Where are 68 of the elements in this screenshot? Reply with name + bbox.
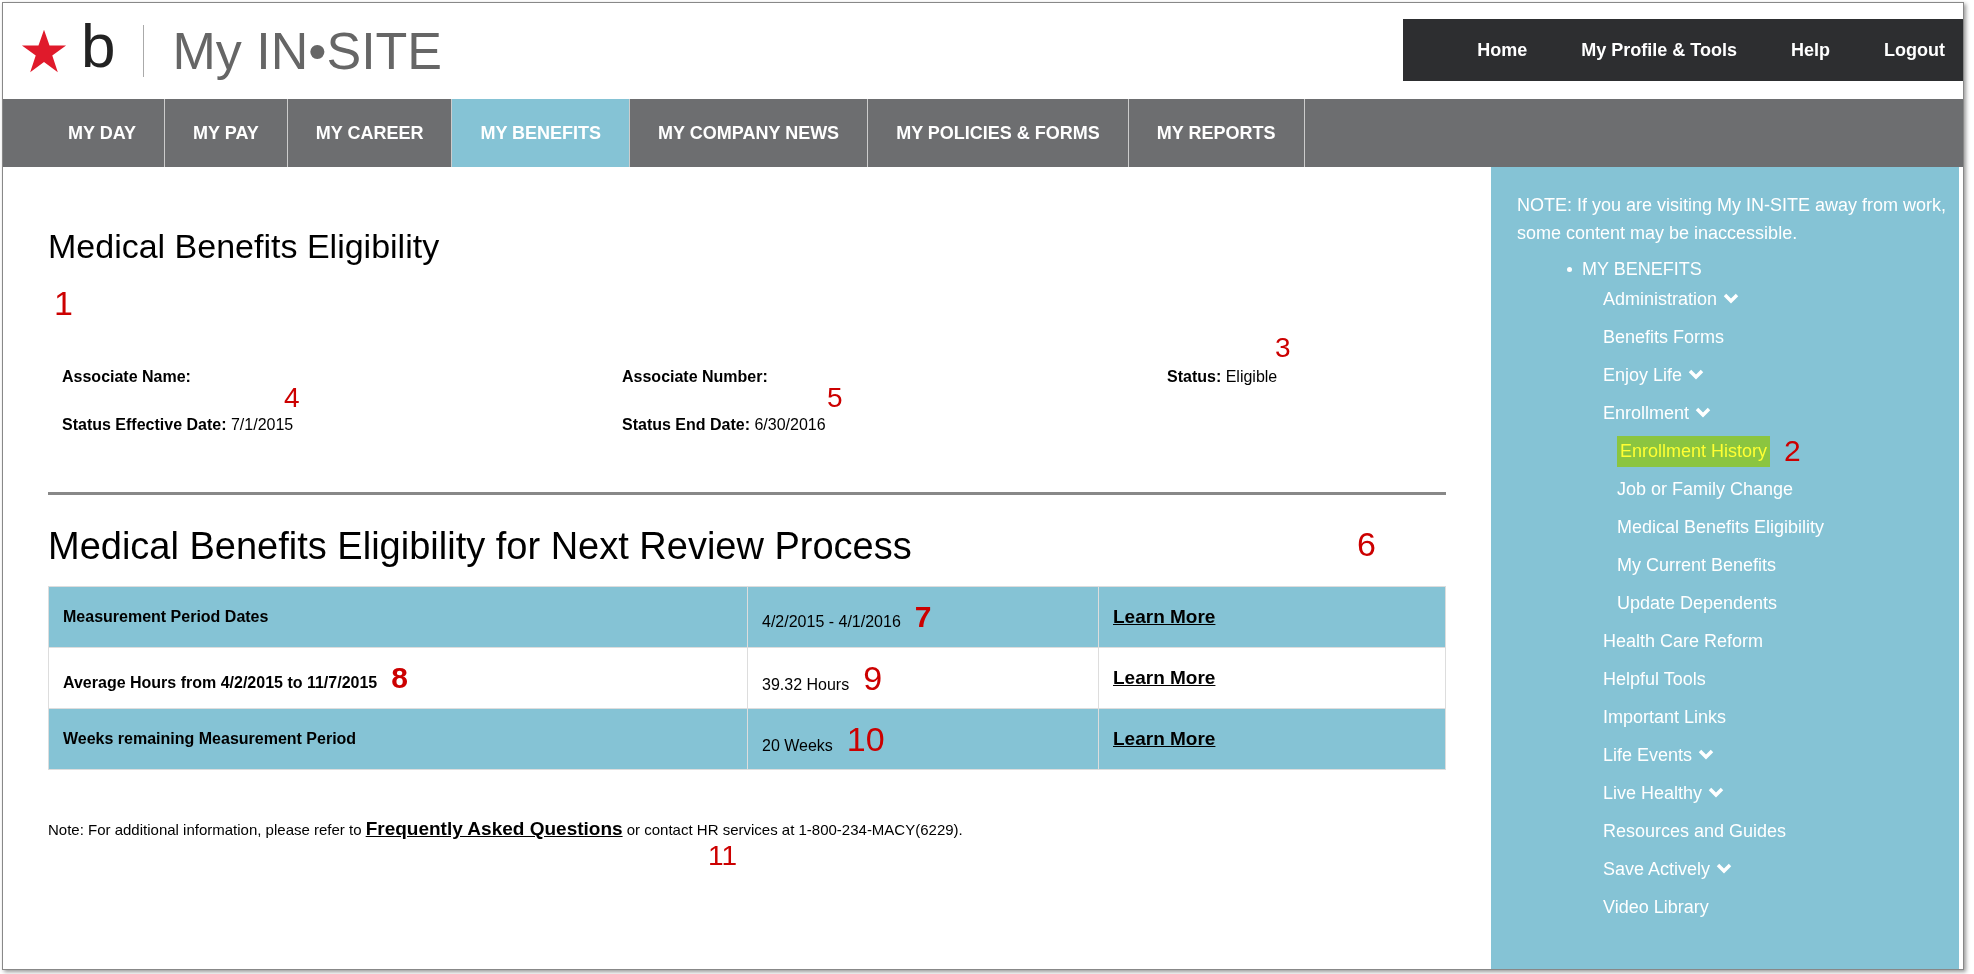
table-cell: 39.32 Hours [762,675,850,693]
sidebar-item[interactable]: Benefits Forms [1603,326,1725,348]
sidebar-subitem[interactable]: Update Dependents [1617,592,1778,614]
annotation-number: 10 [846,719,885,758]
chevron-down-icon [1695,407,1712,419]
annotation-number: 5 [827,382,843,414]
sidebar-subitem[interactable]: Medical Benefits Eligibility [1617,516,1825,538]
sidebar-item[interactable]: Helpful Tools [1603,668,1706,690]
learn-more-link[interactable]: Learn More [1113,728,1216,749]
sidebar-subitem[interactable]: Job or Family Change [1617,478,1794,500]
faq-link[interactable]: Frequently Asked Questions [365,818,623,839]
sidebar-item[interactable]: Save Actively [1603,858,1711,880]
site-name: My IN•SITE [172,21,443,81]
table-cell: Measurement Period Dates [63,608,269,625]
sidebar-section[interactable]: MY BENEFITS [1582,259,1702,280]
sidebar-item[interactable]: Life Events [1603,744,1693,766]
annotation-number: 7 [914,600,932,633]
chevron-down-icon [1688,369,1705,381]
nav-tab[interactable]: MY POLICIES & FORMS [868,99,1129,167]
sidebar-item[interactable]: Administration [1603,288,1718,310]
top-link[interactable]: Help [1791,39,1830,61]
field-text: Associate Name: [62,368,191,385]
annotation-number: 9 [863,658,883,697]
top-link[interactable]: Logout [1884,39,1945,61]
annotation-number: 1 [54,284,73,322]
bullet-icon [1567,267,1572,272]
note-text: Note: For additional information, please refer to Frequently Asked Questions or contact HR services at 1-800-234-MACY(6229). [48,818,964,840]
annotation-number: 6 [1357,525,1376,563]
nav-tab[interactable]: MY PAY [165,99,288,167]
nav-tab[interactable]: MY COMPANY NEWS [630,99,869,167]
field-text: Status: Eligible [1167,368,1278,385]
learn-more-link[interactable]: Learn More [1113,606,1216,627]
logo-letter: b [81,15,116,77]
page-title: Medical Benefits Eligibility [48,227,441,266]
chevron-down-icon [1716,863,1733,875]
chevron-down-icon [1708,787,1725,799]
field-text: Status End Date: 6/30/2016 [622,416,826,433]
top-link[interactable]: My Profile & Tools [1581,39,1737,61]
sidebar-item[interactable]: Important Links [1603,706,1727,728]
field-text: Status Effective Date: 7/1/2015 [62,416,294,433]
annotation-number: 3 [1275,332,1291,364]
nav-tab[interactable]: MY BENEFITS [452,99,631,167]
annotation-number: 8 [391,661,408,694]
nav-tab[interactable]: MY DAY [40,99,166,167]
table-cell: Average Hours from 4/2/2015 to 11/7/2015 [63,674,378,691]
field-text: Associate Number: [622,368,768,385]
sidebar-item[interactable]: Health Care Reform [1603,630,1764,652]
sidebar-subitem[interactable]: Enrollment History [1617,435,1771,467]
annotation-number: 4 [284,382,300,414]
sidebar-item[interactable]: Resources and Guides [1603,820,1787,842]
top-link[interactable]: Home [1477,39,1528,61]
table-cell: Weeks remaining Measurement Period [63,730,357,747]
learn-more-link[interactable]: Learn More [1113,667,1216,688]
sidebar-item[interactable]: Video Library [1603,896,1709,918]
annotation-number: 11 [708,840,738,871]
chevron-down-icon [1723,293,1740,305]
sidebar-note: NOTE: If you are visiting My IN-SITE away from work, some content may be inaccessible. [1517,194,1947,245]
annotation-number: 2 [1784,434,1801,468]
chevron-down-icon [1698,749,1715,761]
table-cell: 4/2/2015 - 4/1/2016 [762,613,901,630]
sidebar-item[interactable]: Enjoy Life [1603,364,1683,386]
table-cell: 20 Weeks [762,736,833,754]
nav-tab[interactable]: MY REPORTS [1128,99,1305,167]
sidebar-subitem[interactable]: My Current Benefits [1617,554,1777,576]
sidebar-item[interactable]: Enrollment [1603,402,1690,424]
sidebar-item[interactable]: Live Healthy [1603,782,1703,804]
star-icon [21,28,67,74]
section-title: Medical Benefits Eligibility for Next Review Process [48,525,912,568]
